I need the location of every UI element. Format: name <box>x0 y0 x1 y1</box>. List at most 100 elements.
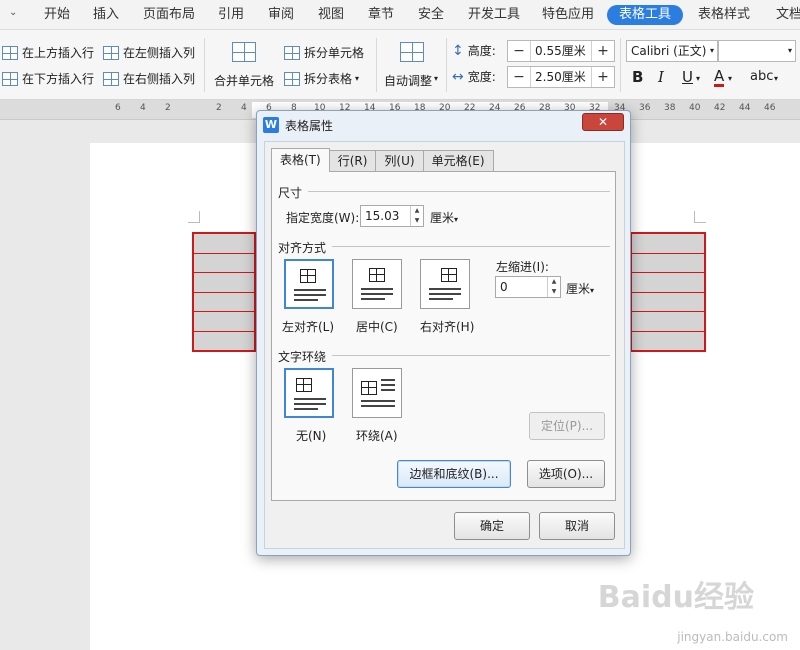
table-align-center-icon <box>369 268 385 282</box>
bold-button[interactable]: B <box>632 68 643 86</box>
tab-security[interactable]: 安全 <box>418 5 444 25</box>
divider <box>204 38 205 92</box>
table-row <box>632 273 704 293</box>
wrap-around-option[interactable] <box>352 368 402 418</box>
tab-column[interactable]: 列(U) <box>375 150 424 172</box>
options-button[interactable]: 选项(O)... <box>527 460 605 488</box>
text-line <box>381 384 395 386</box>
tab-insert[interactable]: 插入 <box>93 5 119 25</box>
tab-row[interactable]: 行(R) <box>328 150 377 172</box>
margin-corner-mark <box>694 211 706 223</box>
cancel-button[interactable]: 取消 <box>539 512 615 540</box>
text-wrap-section: 文字环绕 <box>278 348 610 365</box>
align-right-option[interactable] <box>420 259 470 309</box>
position-button[interactable]: 定位(P)... <box>529 412 605 440</box>
ruler-number: 38 <box>664 103 676 113</box>
spin-arrows-icon[interactable]: ▲ ▼ <box>547 277 560 297</box>
minus-icon[interactable]: − <box>508 67 530 87</box>
italic-button[interactable]: I <box>658 68 664 86</box>
ok-button[interactable]: 确定 <box>454 512 530 540</box>
divider <box>308 191 610 192</box>
text-line <box>381 379 395 381</box>
text-line <box>429 293 461 295</box>
ruler-number: 42 <box>714 103 726 113</box>
underline-button[interactable]: U <box>682 68 693 86</box>
insert-row-above-button[interactable]: 在上方插入行 <box>2 44 94 61</box>
minus-icon[interactable]: − <box>508 41 530 61</box>
merge-cells-button[interactable]: 合并单元格 <box>210 38 278 94</box>
tab-table-style[interactable]: 表格样式 <box>698 5 750 25</box>
divider <box>332 246 610 247</box>
tab-table[interactable]: 表格(T) <box>271 148 330 172</box>
ruler-number: 2 <box>216 103 222 113</box>
table-row <box>194 332 254 352</box>
chevron-down-icon: ▾ <box>709 46 714 55</box>
text-line <box>381 389 395 391</box>
indent-unit-select[interactable]: 厘米▾ <box>566 280 594 297</box>
tab-table-tools[interactable]: 表格工具 <box>607 5 684 25</box>
divider <box>446 38 447 92</box>
chevron-down-icon[interactable]: ▾ <box>728 74 732 83</box>
row-height-stepper[interactable]: − 0.55厘米 + <box>507 40 615 62</box>
row-height-icon: ↕ <box>452 42 464 59</box>
insert-row-below-button[interactable]: 在下方插入行 <box>2 70 94 87</box>
tab-page-layout[interactable]: 页面布局 <box>143 5 195 25</box>
dialog-title-bar[interactable]: W 表格属性 <box>257 111 630 139</box>
wrap-none-label: 无(N) <box>296 429 327 443</box>
ruler-number: 36 <box>639 103 651 113</box>
highlight-button[interactable]: abc <box>750 69 773 84</box>
table-row <box>194 293 254 313</box>
ruler-number: 46 <box>764 103 776 113</box>
font-color-button[interactable]: A <box>714 68 725 87</box>
table-row <box>194 312 254 332</box>
size-section: 尺寸 <box>278 184 610 201</box>
auto-fit-button[interactable]: 自动调整 ▾ <box>382 38 442 94</box>
table-row <box>632 312 704 332</box>
align-left-option[interactable] <box>284 259 334 309</box>
text-line <box>294 398 326 400</box>
tab-section[interactable]: 章节 <box>368 5 394 25</box>
left-indent-input[interactable]: 0 ▲ ▼ <box>495 276 561 298</box>
ribbon-toolbar: 在上方插入行 在左侧插入列 在下方插入行 在右侧插入列 合并单元格 拆分单元格 … <box>0 30 800 100</box>
auto-fit-icon <box>400 42 424 62</box>
col-width-label: ↔ 宽度: <box>452 68 496 85</box>
align-right-label: 右对齐(H) <box>420 320 475 334</box>
font-name-select[interactable]: Calibri (正文) ▾ <box>626 40 718 62</box>
ruler-number: 2 <box>165 103 171 113</box>
tab-start[interactable]: 开始 <box>44 5 70 25</box>
font-size-select[interactable]: ▾ <box>718 40 796 62</box>
insert-col-right-icon <box>103 71 119 86</box>
close-button[interactable]: ✕ <box>582 113 624 131</box>
col-width-stepper[interactable]: − 2.50厘米 + <box>507 66 615 88</box>
tab-special[interactable]: 特色应用 <box>542 5 594 25</box>
text-line <box>361 405 395 407</box>
insert-row-above-icon <box>2 45 18 60</box>
tab-cell[interactable]: 单元格(E) <box>422 150 494 172</box>
borders-shading-button[interactable]: 边框和底纹(B)... <box>397 460 511 488</box>
align-center-option[interactable] <box>352 259 402 309</box>
chevron-down-icon[interactable]: ⌄ <box>9 7 17 18</box>
tab-document[interactable]: 文档 <box>776 5 800 25</box>
insert-col-left-button[interactable]: 在左侧插入列 <box>103 44 195 61</box>
tab-view[interactable]: 视图 <box>318 5 344 25</box>
chevron-down-icon[interactable]: ▾ <box>696 74 700 83</box>
plus-icon[interactable]: + <box>592 41 614 61</box>
table-row <box>632 332 704 352</box>
plus-icon[interactable]: + <box>592 67 614 87</box>
chevron-down-icon[interactable]: ▾ <box>774 74 778 83</box>
document-table-left[interactable] <box>192 232 256 352</box>
text-line <box>429 288 461 290</box>
wps-logo-icon: W <box>263 117 279 133</box>
tab-review[interactable]: 审阅 <box>268 5 294 25</box>
table-width-input[interactable]: 15.03 ▲ ▼ <box>360 205 424 227</box>
spin-arrows-icon[interactable]: ▲ ▼ <box>410 206 423 226</box>
insert-col-right-button[interactable]: 在右侧插入列 <box>103 70 195 87</box>
tab-developer[interactable]: 开发工具 <box>468 5 520 25</box>
split-table-button[interactable]: 拆分表格 ▾ <box>284 70 359 87</box>
tab-references[interactable]: 引用 <box>218 5 244 25</box>
document-table-right[interactable] <box>630 232 706 352</box>
table-row <box>194 273 254 293</box>
width-unit-select[interactable]: 厘米▾ <box>430 209 458 226</box>
wrap-none-option[interactable] <box>284 368 334 418</box>
split-cells-button[interactable]: 拆分单元格 <box>284 44 364 61</box>
